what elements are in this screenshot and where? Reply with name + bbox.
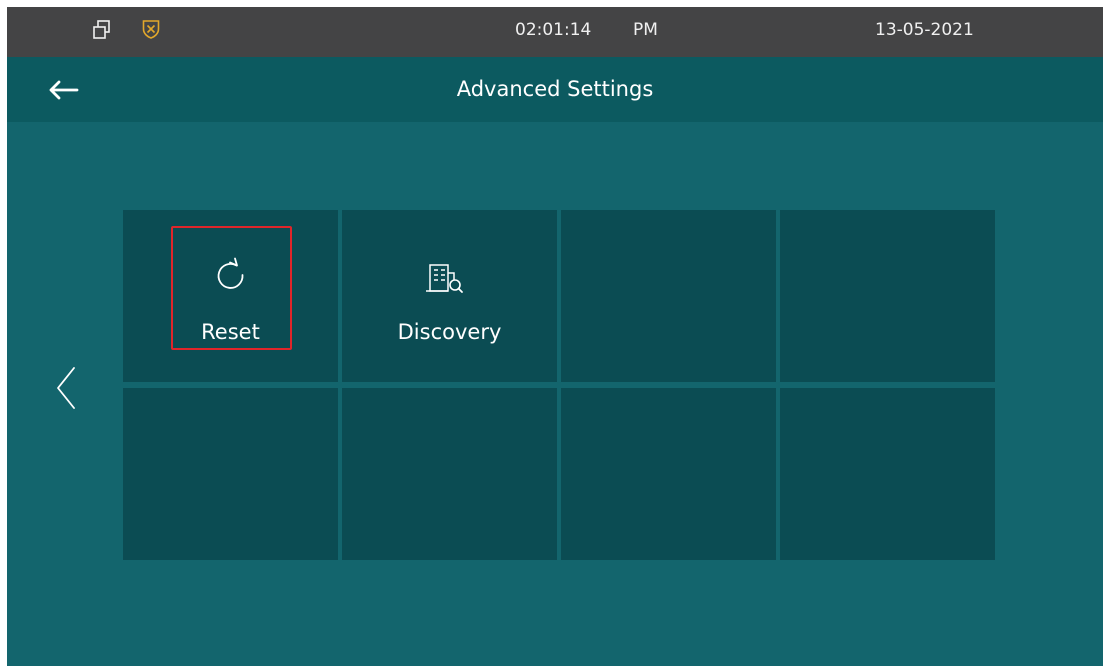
reset-icon bbox=[217, 257, 244, 289]
empty-tile bbox=[342, 388, 557, 560]
settings-grid: Reset Discovery bbox=[123, 210, 996, 562]
empty-tile bbox=[780, 388, 995, 560]
empty-tile bbox=[561, 388, 776, 560]
discovery-icon bbox=[426, 264, 463, 293]
status-bar: 02:01:14 PM 13-05-2021 bbox=[7, 7, 1103, 57]
page-title: Advanced Settings bbox=[456, 77, 654, 101]
empty-tile bbox=[561, 210, 776, 382]
reset-label: Reset bbox=[201, 320, 260, 344]
discovery-label: Discovery bbox=[397, 320, 502, 344]
device-screen: 02:01:14 PM 13-05-2021 Advanced Settings… bbox=[7, 7, 1103, 666]
status-time: 02:01:14 bbox=[515, 20, 592, 40]
shield-icon bbox=[142, 20, 160, 39]
empty-tile bbox=[123, 388, 338, 560]
status-date: 13-05-2021 bbox=[875, 20, 974, 40]
title-bar: Advanced Settings bbox=[7, 57, 1103, 122]
chevron-left-icon[interactable] bbox=[54, 364, 78, 412]
window-icon bbox=[93, 20, 110, 39]
status-meridiem: PM bbox=[633, 20, 658, 40]
discovery-tile[interactable]: Discovery bbox=[342, 210, 557, 382]
empty-tile bbox=[780, 210, 995, 382]
reset-tile[interactable]: Reset bbox=[123, 210, 338, 382]
